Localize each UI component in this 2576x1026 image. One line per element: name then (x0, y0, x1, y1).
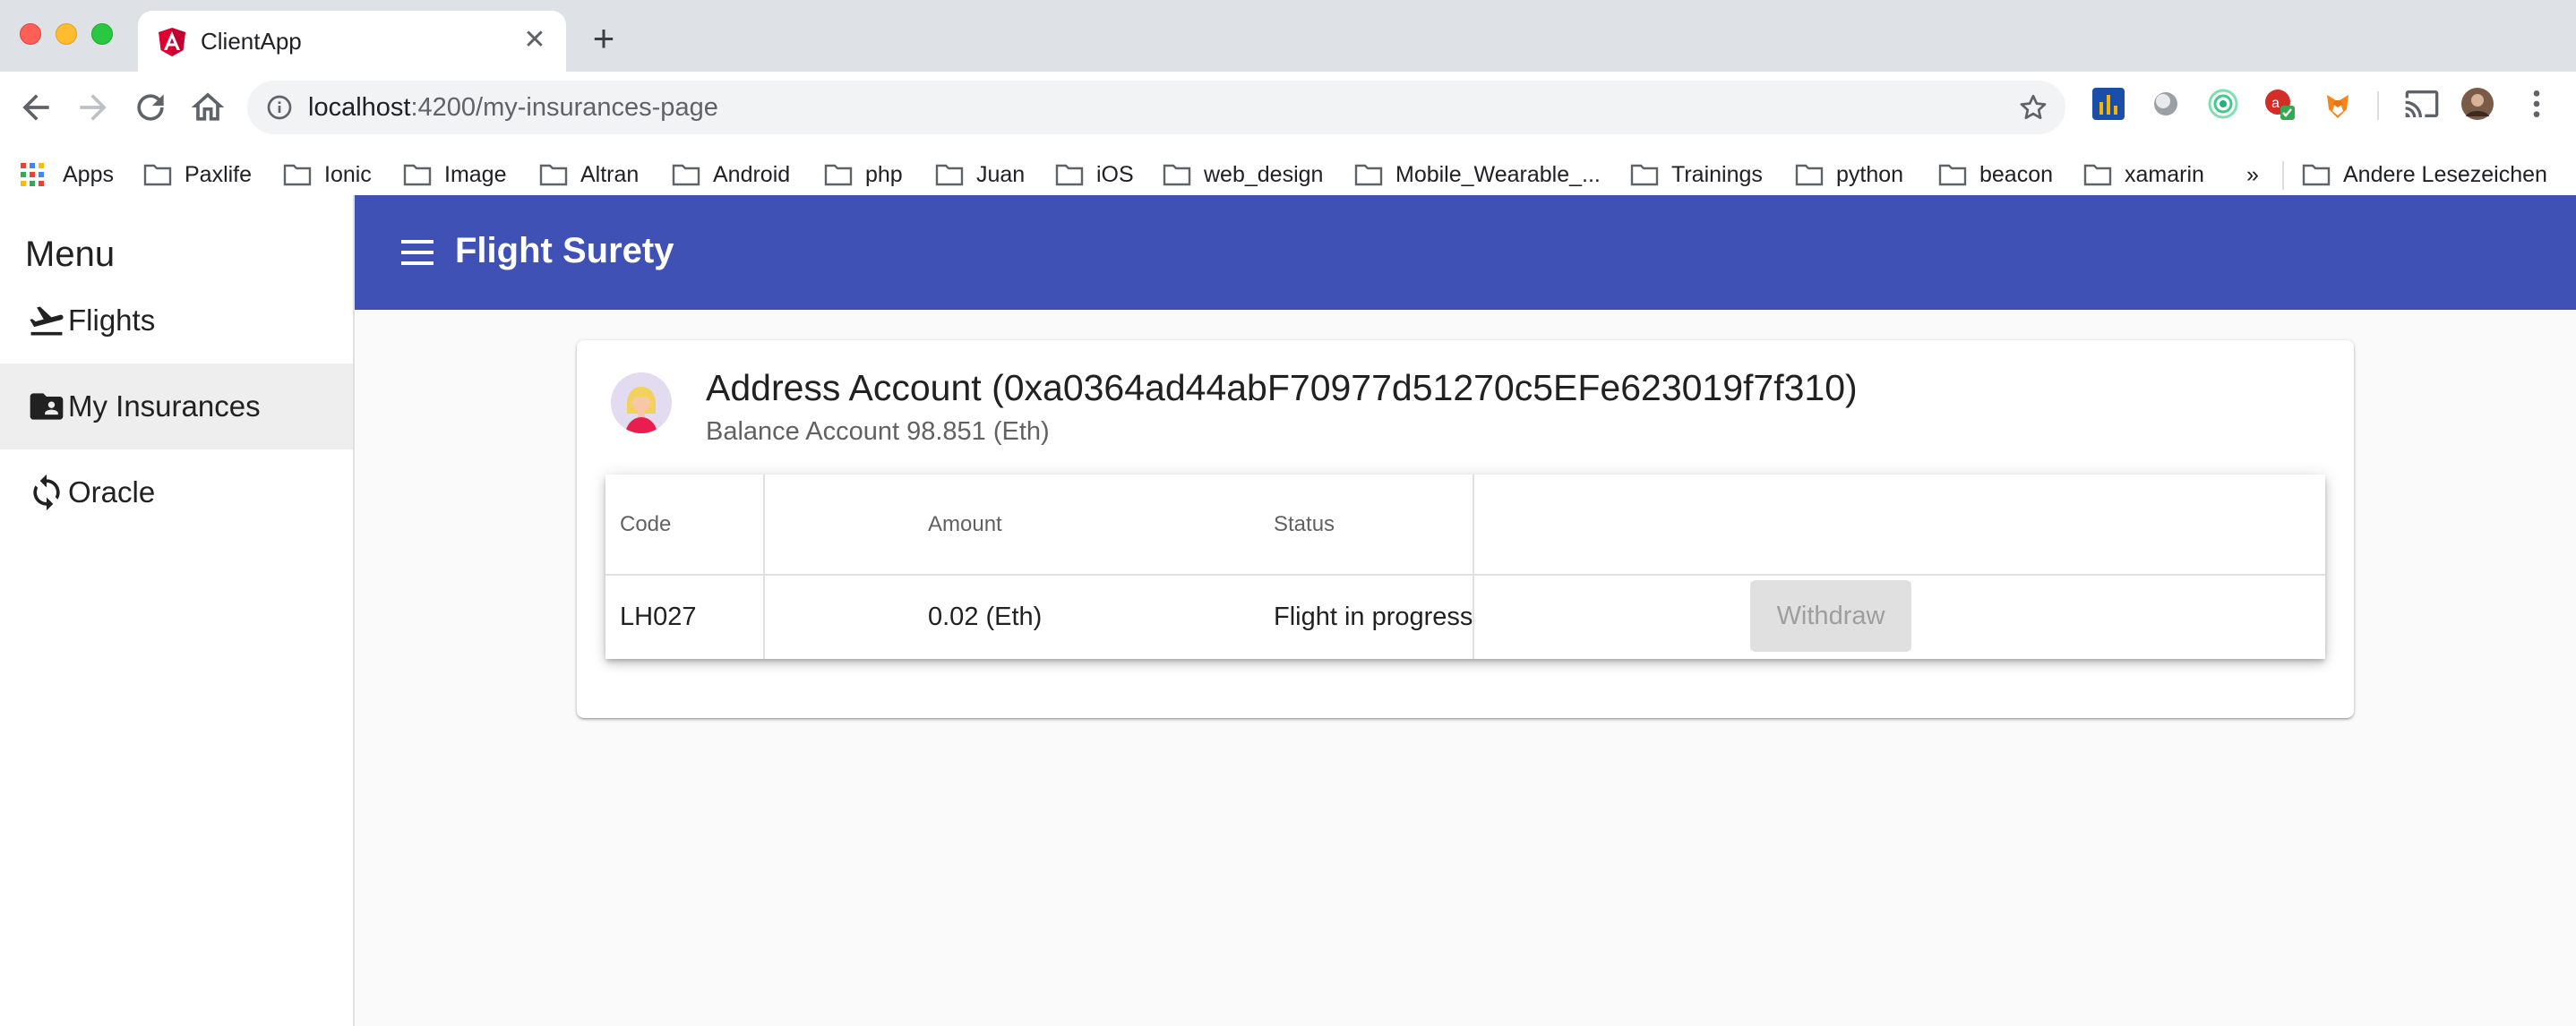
bookmark-label: Trainings (1671, 161, 1763, 187)
home-icon[interactable] (188, 88, 228, 127)
bookmarks-separator (2282, 161, 2284, 190)
sidebar-item-flights[interactable]: Flights (0, 278, 353, 363)
sidebar-item-oracle[interactable]: Oracle (0, 449, 353, 535)
angular-icon (159, 28, 185, 56)
back-icon[interactable] (16, 88, 56, 127)
account-address-title: Address Account (0xa0364ad44abF70977d512… (706, 367, 1858, 408)
menu-icon[interactable] (399, 236, 435, 269)
sidebar-item-label: Oracle (68, 475, 156, 509)
bookmark-label: web_design (1204, 161, 1324, 187)
analytics-extension-icon[interactable] (2091, 86, 2126, 122)
svg-text:a: a (2271, 96, 2280, 111)
user-avatar-icon (611, 372, 672, 433)
cell-code: LH027 (620, 602, 697, 631)
bookmark-label: Apps (63, 161, 114, 187)
folder-icon (824, 164, 853, 186)
bookmark-label: python (1836, 161, 1904, 187)
cell-status: Flight in progress (1274, 602, 1473, 631)
bookmark-label: xamarin (2125, 161, 2204, 187)
close-window-button[interactable] (20, 23, 41, 45)
sidebar-item-my-insurances[interactable]: My Insurances (0, 363, 353, 449)
folder-icon (1163, 164, 1191, 186)
folder-icon (1055, 164, 1084, 186)
sync-icon (33, 474, 60, 511)
minimize-window-button[interactable] (56, 23, 77, 45)
sidebar-item-label: My Insurances (68, 389, 261, 423)
column-header-amount[interactable]: Amount (928, 475, 1002, 575)
forward-icon[interactable] (73, 88, 113, 127)
bookmark-label: Juan (976, 161, 1026, 187)
account-balance: Balance Account 98.851 (Eth) (706, 417, 1050, 446)
folder-icon (1354, 164, 1383, 186)
info-icon[interactable] (265, 93, 294, 122)
toolbar-separator (2377, 91, 2379, 120)
profile-avatar-icon[interactable] (2460, 86, 2495, 122)
maximize-window-button[interactable] (91, 23, 113, 45)
account-card: Address Account (0xa0364ad44abF70977d512… (577, 340, 2354, 718)
apps-grid-icon (21, 163, 44, 186)
contacts-folder-icon (30, 393, 64, 420)
bookmark-label: Altran (580, 161, 640, 187)
folder-icon (1630, 164, 1659, 186)
circle-extension-icon[interactable] (2148, 86, 2184, 122)
bookmark-label: Mobile_Wearable_... (1395, 161, 1601, 187)
bookmark-label: beacon (1979, 161, 2054, 187)
folder-icon (539, 164, 568, 186)
flight-takeoff-icon (30, 306, 64, 336)
folder-icon (1938, 164, 1967, 186)
browser-tab-strip: ClientApp ✕ + (0, 0, 2576, 72)
folder-icon (2302, 164, 2331, 186)
app-toolbar: Flight Surety (355, 195, 2576, 310)
address-bar[interactable]: localhost:4200/my-insurances-page (247, 81, 2065, 134)
lastpass-extension-icon[interactable]: a (2263, 86, 2298, 122)
sidebar-item-label: Flights (68, 304, 156, 337)
folder-icon (935, 164, 964, 186)
insurances-table: Code Amount Status LH027 0.02 (Eth) Flig… (605, 475, 2325, 659)
folder-icon (403, 164, 432, 186)
bookmark-star-icon[interactable] (2017, 91, 2049, 124)
tab-title: ClientApp (201, 28, 302, 55)
folder-icon (1795, 164, 1824, 186)
bookmark-label: Image (444, 161, 507, 187)
url-path: :4200/my-insurances-page (410, 93, 718, 122)
folder-icon (672, 164, 700, 186)
folder-icon (2083, 164, 2112, 186)
column-header-status[interactable]: Status (1274, 475, 1335, 575)
column-header-code[interactable]: Code (620, 475, 671, 575)
cast-icon[interactable] (2404, 86, 2440, 122)
folder-icon (143, 164, 172, 186)
app-title: Flight Surety (455, 231, 674, 270)
withdraw-button[interactable]: Withdraw (1750, 580, 1911, 652)
new-tab-button[interactable]: + (586, 20, 622, 57)
reload-icon[interactable] (131, 88, 170, 127)
metamask-extension-icon[interactable] (2320, 86, 2356, 122)
url-host: localhost (308, 93, 411, 122)
close-tab-icon[interactable]: ✕ (519, 25, 550, 56)
avatar (611, 372, 672, 433)
menu-title: Menu (25, 235, 116, 274)
sidebar: Menu Flights My Insurances Oracle (0, 195, 355, 1026)
browser-toolbar: localhost:4200/my-insurances-page a Apps… (0, 72, 2576, 206)
bookmark-label: iOS (1096, 161, 1134, 187)
bookmark-label: php (865, 161, 903, 187)
overflow-label: » (2246, 161, 2259, 187)
cell-amount: 0.02 (Eth) (928, 602, 1043, 631)
url-text: localhost:4200/my-insurances-page (308, 93, 718, 122)
folder-icon (283, 164, 312, 186)
more-menu-icon[interactable] (2519, 86, 2555, 122)
bookmark-label: Andere Lesezeichen (2343, 161, 2547, 187)
bookmark-label: Paxlife (185, 161, 253, 187)
browser-tab-active[interactable]: ClientApp ✕ (138, 11, 566, 72)
column-divider (763, 475, 765, 659)
bookmark-label: Ionic (324, 161, 372, 187)
bookmark-label: Android (713, 161, 791, 187)
target-extension-icon[interactable] (2205, 86, 2241, 122)
